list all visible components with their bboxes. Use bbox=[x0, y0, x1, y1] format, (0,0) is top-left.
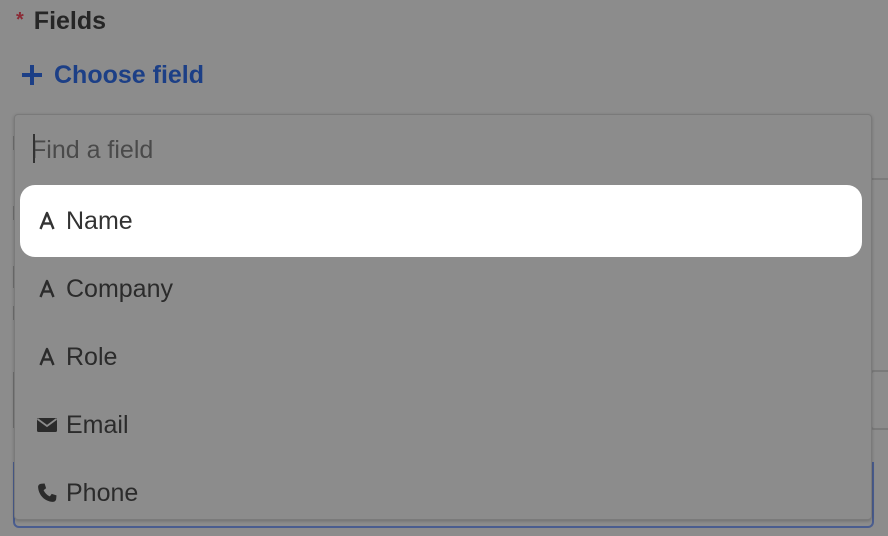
field-option-label: Company bbox=[66, 274, 173, 303]
field-option-label: Phone bbox=[66, 478, 139, 507]
text-type-icon bbox=[39, 347, 55, 366]
field-option-email[interactable]: Email bbox=[20, 389, 862, 461]
phone-icon bbox=[38, 483, 57, 502]
envelope-icon bbox=[36, 418, 58, 432]
field-option-label: Name bbox=[66, 206, 133, 235]
field-option-role[interactable]: Role bbox=[20, 321, 862, 393]
field-option-name[interactable]: Name bbox=[20, 185, 862, 257]
field-picker-dropdown: Name Company Role Email Phone bbox=[14, 114, 872, 520]
text-type-icon bbox=[39, 211, 55, 230]
required-asterisk: * bbox=[16, 9, 24, 31]
background-input-field bbox=[870, 370, 888, 430]
fields-section-label: * Fields bbox=[16, 6, 106, 36]
plus-icon bbox=[22, 65, 42, 85]
section-title: Fields bbox=[33, 6, 107, 35]
find-field-search-input[interactable] bbox=[31, 131, 831, 169]
text-caret bbox=[33, 134, 35, 163]
choose-field-label: Choose field bbox=[54, 60, 205, 89]
choose-field-button[interactable]: Choose field bbox=[20, 58, 204, 92]
field-option-company[interactable]: Company bbox=[20, 253, 862, 325]
background-divider bbox=[870, 178, 888, 180]
field-option-label: Email bbox=[66, 410, 129, 439]
text-type-icon bbox=[39, 279, 55, 298]
field-option-phone[interactable]: Phone bbox=[20, 457, 862, 529]
field-option-label: Role bbox=[66, 342, 118, 371]
